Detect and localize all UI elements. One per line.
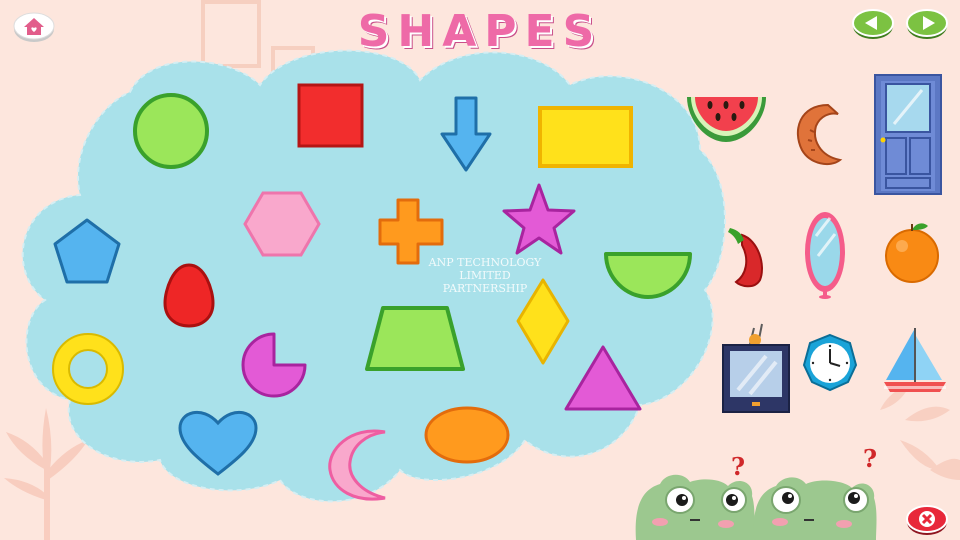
- mascot-frog-right: [753, 477, 877, 540]
- object-television[interactable]: [722, 323, 790, 413]
- shape-circle[interactable]: [133, 93, 209, 169]
- question-mark-left: ?: [731, 452, 746, 481]
- mascot-frog-left: [635, 474, 755, 540]
- game-stage: SHAPES ANP TECHNOLOGY LIMITED PARTNERSHI…: [0, 0, 960, 540]
- shape-square[interactable]: [297, 83, 364, 148]
- shape-hexagon[interactable]: [243, 191, 321, 257]
- prev-button[interactable]: [852, 8, 894, 40]
- close-icon: [919, 511, 935, 527]
- object-chili-pepper[interactable]: [728, 228, 763, 288]
- shape-rectangle[interactable]: [538, 106, 633, 168]
- next-button[interactable]: [906, 8, 948, 40]
- shape-ellipse[interactable]: [424, 406, 510, 464]
- shape-cross[interactable]: [378, 198, 444, 265]
- object-mirror[interactable]: [805, 212, 845, 299]
- shape-star[interactable]: [502, 183, 576, 255]
- shape-crescent[interactable]: [328, 429, 386, 501]
- shape-trapezoid[interactable]: [365, 306, 465, 371]
- shape-oval-egg[interactable]: [163, 263, 215, 328]
- mascots: [635, 474, 877, 540]
- shape-pacman[interactable]: [241, 332, 307, 398]
- shape-semicircle[interactable]: [604, 252, 692, 299]
- shapes-layer: [52, 83, 692, 501]
- object-sailboat[interactable]: [884, 328, 946, 392]
- close-button[interactable]: [905, 504, 949, 536]
- shape-heart[interactable]: [178, 410, 258, 476]
- object-orange[interactable]: [885, 223, 939, 283]
- object-sausage[interactable]: [797, 103, 843, 166]
- object-clock[interactable]: [802, 333, 858, 392]
- shape-triangle[interactable]: [564, 345, 642, 411]
- shape-pentagon[interactable]: [53, 218, 121, 284]
- object-door[interactable]: [874, 74, 942, 195]
- shape-ring[interactable]: [52, 333, 124, 405]
- objects-layer: [687, 74, 946, 413]
- watermark: ANP TECHNOLOGY LIMITED PARTNERSHIP: [428, 256, 542, 295]
- shape-arrow[interactable]: [440, 96, 492, 172]
- question-mark-right: ?: [863, 444, 878, 473]
- object-watermelon[interactable]: [687, 97, 766, 142]
